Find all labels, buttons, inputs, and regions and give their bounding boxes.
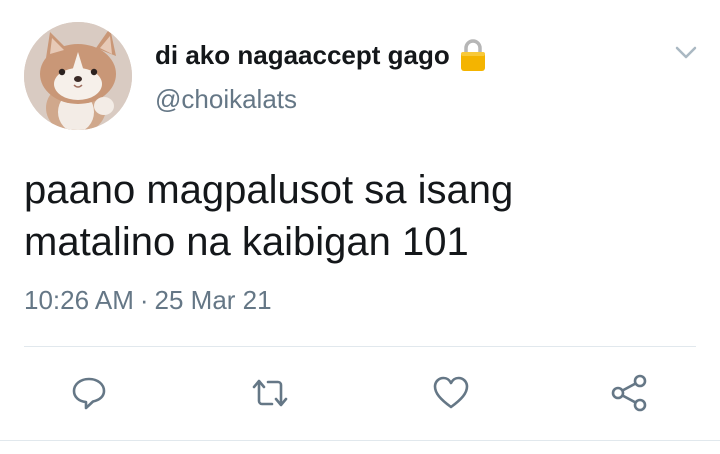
display-name[interactable]: di ako nagaaccept gago xyxy=(155,38,488,72)
retweet-button[interactable] xyxy=(245,368,295,418)
tweet-text-line: paano magpalusot sa isang xyxy=(24,168,514,212)
tweet-time: 10:26 AM xyxy=(24,285,134,315)
lock-icon xyxy=(458,38,488,72)
retweet-icon xyxy=(252,379,288,407)
tweet-date: 25 Mar 21 xyxy=(154,285,272,315)
reply-icon xyxy=(72,377,106,410)
meta-separator: · xyxy=(139,285,149,315)
avatar-image xyxy=(24,22,132,130)
avatar[interactable] xyxy=(24,22,132,130)
like-button[interactable] xyxy=(426,368,476,418)
action-bar xyxy=(0,368,720,418)
share-button[interactable] xyxy=(604,368,654,418)
share-icon xyxy=(611,374,647,412)
chevron-down-icon[interactable] xyxy=(670,36,702,68)
divider xyxy=(0,440,720,441)
display-name-text: di ako nagaaccept gago xyxy=(155,39,450,70)
divider xyxy=(24,346,696,347)
tweet-timestamp[interactable]: 10:26 AM · 25 Mar 21 xyxy=(24,285,272,316)
tweet-text: paano magpalusot sa isang matalino na ka… xyxy=(24,164,694,268)
heart-icon xyxy=(433,376,469,409)
reply-button[interactable] xyxy=(64,368,114,418)
user-handle[interactable]: @choikalats xyxy=(155,84,297,115)
tweet-text-line: matalino na kaibigan 101 xyxy=(24,220,469,264)
